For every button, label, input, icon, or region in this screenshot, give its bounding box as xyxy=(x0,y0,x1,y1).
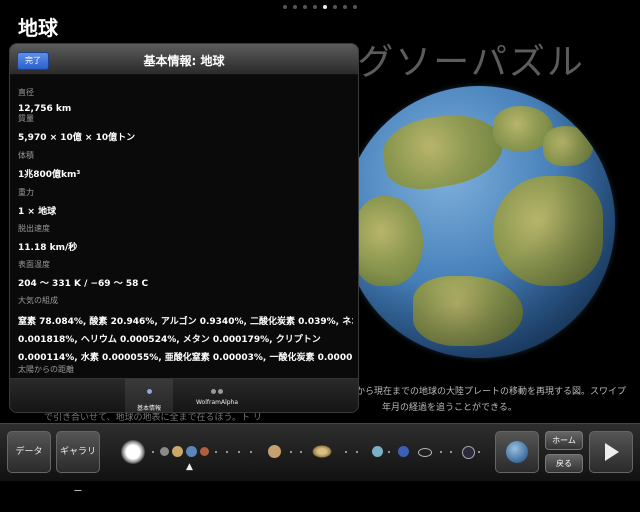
page-dot-active[interactable] xyxy=(323,5,327,9)
popover-title: 基本情報: 地球 xyxy=(143,54,225,68)
spaceship-icon[interactable]: ▲ xyxy=(186,462,193,472)
distance-from-sun-section: 太陽からの距離 xyxy=(18,364,74,375)
page-dot[interactable] xyxy=(293,5,297,9)
tab-wolframalpha[interactable]: WolframAlpha xyxy=(185,379,249,412)
diameter-section: 直径 12,756 km xyxy=(18,87,71,114)
earth-icon[interactable] xyxy=(186,446,197,457)
atmosphere-line-2: 0.001818%, ヘリウム 0.000524%, メタン 0.000179%… xyxy=(18,335,321,345)
small-body-dot xyxy=(345,451,347,453)
page-indicator[interactable] xyxy=(0,5,640,9)
diameter-label: 直径 xyxy=(18,88,34,97)
basic-info-icon xyxy=(146,389,152,394)
surface-temperature-section: 表面温度 204 〜 331 K / −69 〜 58 C xyxy=(18,259,148,289)
gravity-section: 重力 1 × 地球 xyxy=(18,187,56,217)
escape-velocity-label: 脱出速度 xyxy=(18,224,50,233)
tab-basic-info[interactable]: 基本情報 xyxy=(125,379,173,412)
saturn-icon[interactable] xyxy=(312,445,332,458)
small-body-dot xyxy=(226,451,228,453)
uranus-icon[interactable] xyxy=(372,446,383,457)
popover-header: 完了 基本情報: 地球 xyxy=(10,44,358,75)
small-body-dot xyxy=(238,451,240,453)
small-body-dot xyxy=(356,451,358,453)
gravity-value: 1 × 地球 xyxy=(18,207,57,217)
popover-body[interactable]: 直径 12,756 km 質量 5,970 × 10億 × 10億トン 体積 1… xyxy=(18,78,353,378)
small-body-dot xyxy=(250,451,252,453)
neptune-icon[interactable] xyxy=(398,446,409,457)
small-body-dot xyxy=(300,451,302,453)
volume-section: 体積 1兆800億km³ xyxy=(18,150,80,180)
small-body-dot xyxy=(215,451,217,453)
atmosphere-section: 大気の組成 窒素 78.084%, 酸素 20.946%, アルゴン 0.934… xyxy=(18,295,353,367)
caption-line-1: から現在までの地球の大陸プレートの移動を再現する図。スワイプ xyxy=(356,387,627,397)
info-popover: 完了 基本情報: 地球 直径 12,756 km 質量 5,970 × 10億 … xyxy=(9,43,359,413)
small-body-dot xyxy=(152,451,154,453)
volume-label: 体積 xyxy=(18,151,34,160)
play-icon xyxy=(605,443,619,461)
small-body-dot xyxy=(440,451,442,453)
atmosphere-label: 大気の組成 xyxy=(18,296,58,305)
escape-velocity-value: 11.18 km/秒 xyxy=(18,243,78,253)
page-dot[interactable] xyxy=(313,5,317,9)
oort-cloud-icon[interactable] xyxy=(462,446,475,459)
small-body-dot xyxy=(290,451,292,453)
page-dot[interactable] xyxy=(333,5,337,9)
page-dot[interactable] xyxy=(343,5,347,9)
data-button[interactable]: データ xyxy=(7,431,51,473)
tab-wolframalpha-label: WolframAlpha xyxy=(195,399,239,406)
mass-value: 5,970 × 10億 × 10億トン xyxy=(18,133,136,143)
wolframalpha-icon xyxy=(185,389,249,394)
caption-text: から現在までの地球の大陸プレートの移動を再現する図。スワイプ 年月の経過を追うこ… xyxy=(356,384,628,416)
gravity-label: 重力 xyxy=(18,188,34,197)
sun-icon[interactable] xyxy=(121,440,145,464)
mercury-icon[interactable] xyxy=(160,447,169,456)
page-title: 地球 xyxy=(18,16,58,40)
home-button[interactable]: ホーム xyxy=(545,431,583,450)
mass-section: 質量 5,970 × 10億 × 10億トン xyxy=(18,113,135,143)
escape-velocity-section: 脱出速度 11.18 km/秒 xyxy=(18,223,77,253)
play-button[interactable] xyxy=(589,431,633,473)
globe-view-button[interactable] xyxy=(495,431,539,473)
small-body-dot xyxy=(478,451,480,453)
small-body-dot xyxy=(388,451,390,453)
distance-from-sun-label: 太陽からの距離 xyxy=(18,365,74,374)
surface-temperature-value: 204 〜 331 K / −69 〜 58 C xyxy=(18,279,149,289)
small-body-dot xyxy=(450,451,452,453)
gallery-button[interactable]: ギャラリー xyxy=(56,431,100,497)
globe-icon xyxy=(506,441,528,463)
back-button[interactable]: 戻る xyxy=(545,454,583,473)
page-dot[interactable] xyxy=(303,5,307,9)
tab-basic-info-label: 基本情報 xyxy=(136,405,161,412)
popover-tab-bar: 基本情報 WolframAlpha xyxy=(10,378,358,412)
mass-label: 質量 xyxy=(18,114,34,123)
jupiter-icon[interactable] xyxy=(268,445,281,458)
page-dot[interactable] xyxy=(283,5,287,9)
venus-icon[interactable] xyxy=(172,446,183,457)
caption-line-2: 年月の経過を追うことができる。 xyxy=(382,403,517,413)
page-dot[interactable] xyxy=(353,5,357,9)
volume-value: 1兆800億km³ xyxy=(18,170,81,180)
earth-globe[interactable] xyxy=(343,86,615,358)
kuiper-belt-icon[interactable] xyxy=(418,448,432,457)
surface-temperature-label: 表面温度 xyxy=(18,260,50,269)
mars-icon[interactable] xyxy=(200,447,209,456)
atmosphere-line-1: 窒素 78.084%, 酸素 20.946%, アルゴン 0.9340%, 二酸… xyxy=(18,317,353,327)
